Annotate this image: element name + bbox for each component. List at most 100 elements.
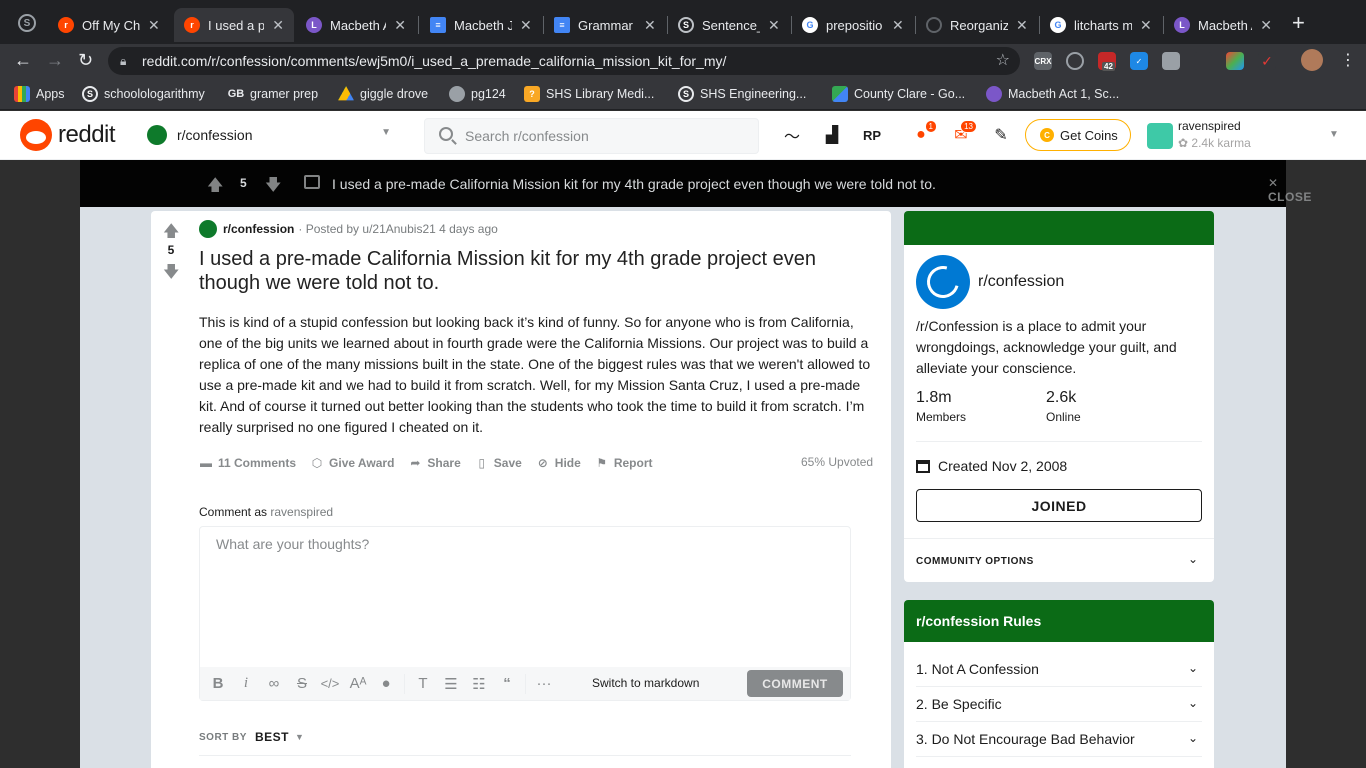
new-tab-button[interactable]: + <box>1292 12 1305 34</box>
comment-submit-button[interactable]: COMMENT <box>747 670 843 697</box>
leaderboard-icon[interactable]: ▟ <box>822 125 842 145</box>
bookmark-schoolologarithmy[interactable]: S schoolologarithmy <box>82 86 205 102</box>
bookmark-star-icon[interactable]: ☆ <box>996 47 1010 75</box>
posted-by[interactable]: · Posted by u/21Anubis21 4 days ago <box>298 222 497 236</box>
search-input[interactable]: Search r/confession <box>424 118 759 154</box>
extension-icon[interactable] <box>1194 52 1212 70</box>
chevron-down-icon[interactable]: ⌄ <box>1188 552 1198 566</box>
tab-reorganize[interactable]: Reorganiz ✕ <box>916 8 1038 42</box>
community-dropdown[interactable]: r/confession ▼ <box>147 119 397 151</box>
tab-macbeth-a[interactable]: L Macbeth A ✕ <box>296 8 416 42</box>
post-downvote-icon[interactable]: 🡇 <box>163 261 179 288</box>
tab-close-icon[interactable]: ✕ <box>644 17 656 34</box>
bookmark-gramer-prep[interactable]: GB gramer prep <box>228 86 318 102</box>
tab-i-used-a-premade[interactable]: r I used a pr ✕ <box>174 8 294 42</box>
tab-preposition[interactable]: G prepositio ✕ <box>792 8 914 42</box>
chrome-menu-icon[interactable]: ⋮ <box>1340 50 1356 70</box>
rule-item[interactable]: 1. Not A Confession ⌄ <box>916 652 1202 687</box>
save-button[interactable]: ▯ Save <box>475 456 522 470</box>
tab-close-icon[interactable]: ✕ <box>394 17 406 34</box>
inbox-icon[interactable]: ✉ 13 <box>951 120 977 145</box>
tab-macbeth-a-2[interactable]: L Macbeth A ✕ <box>1164 8 1282 42</box>
chrome-profile-avatar[interactable] <box>1301 49 1323 71</box>
numbered-list-icon[interactable]: ☷ <box>465 675 493 693</box>
tab-close-icon[interactable]: ✕ <box>272 17 284 34</box>
rule-item[interactable]: 3. Do Not Encourage Bad Behavior ⌄ <box>916 722 1202 757</box>
back-arrow-icon[interactable]: ← <box>14 50 32 70</box>
create-post-icon[interactable]: ✎ <box>991 125 1011 145</box>
tab-off-my-chest[interactable]: r Off My Ch ✕ <box>48 8 170 42</box>
downvote-arrow-icon[interactable]: 🡇 <box>265 174 281 201</box>
community-options[interactable]: COMMUNITY OPTIONS <box>916 556 1034 567</box>
address-bar[interactable]: 🔒︎ reddit.com/r/confession/comments/ewj5… <box>108 47 1020 75</box>
bookmark-apps[interactable]: Apps <box>14 86 65 102</box>
briefcase-extension-icon[interactable] <box>1162 52 1180 70</box>
tab-grammar[interactable]: ≡ Grammar I ✕ <box>544 8 666 42</box>
hide-button[interactable]: ⊘ Hide <box>536 456 581 470</box>
comment-textarea[interactable] <box>200 527 850 667</box>
bold-icon[interactable]: B <box>204 675 232 692</box>
tab-macbeth-j[interactable]: ≡ Macbeth J ✕ <box>420 8 542 42</box>
get-coins-button[interactable]: C Get Coins <box>1025 119 1131 151</box>
italic-icon[interactable]: i <box>232 675 260 692</box>
tab-close-icon[interactable]: ✕ <box>1016 17 1028 34</box>
color-picker-extension-icon[interactable] <box>1226 52 1244 70</box>
reload-icon[interactable]: ↻ <box>78 50 93 70</box>
tab-close-icon[interactable]: ✕ <box>892 17 904 34</box>
tab-sentence[interactable]: S Sentence_ ✕ <box>668 8 790 42</box>
bookmark-macbeth[interactable]: Macbeth Act 1, Sc... <box>986 86 1119 102</box>
subreddit-link[interactable]: r/confession <box>223 222 294 236</box>
superscript-icon[interactable]: Aᴬ <box>344 675 372 692</box>
user-menu-chevron-icon[interactable]: ▼ <box>1329 129 1339 140</box>
tab-close-icon[interactable]: ✕ <box>1140 17 1152 34</box>
upvote-arrow-icon[interactable]: 🡅 <box>207 174 223 201</box>
rules-title: r/confession Rules <box>904 600 1214 642</box>
quote-block-icon[interactable]: “ <box>493 675 521 692</box>
chat-icon[interactable]: ● 1 <box>911 120 937 145</box>
rule-item[interactable]: 2. Be Specific ⌄ <box>916 687 1202 722</box>
report-button[interactable]: ⚑ Report <box>595 456 652 470</box>
crx-extension-icon[interactable]: CRX <box>1034 52 1052 70</box>
heading-icon[interactable]: T <box>409 675 437 692</box>
tab-close-icon[interactable]: ✕ <box>148 17 160 34</box>
forward-arrow-icon[interactable]: → <box>46 50 64 70</box>
rpan-icon[interactable]: RP <box>862 125 882 145</box>
more-options-icon[interactable]: ··· <box>530 675 558 692</box>
joined-button[interactable]: JOINED <box>916 489 1202 522</box>
give-award-button[interactable]: ⬡ Give Award <box>310 456 395 470</box>
comments-button[interactable]: ▬ 11 Comments <box>199 456 296 470</box>
bookmark-giggle-drove[interactable]: giggle drove <box>338 86 428 102</box>
tab-litcharts[interactable]: G litcharts m ✕ <box>1040 8 1162 42</box>
trending-icon[interactable]: 〜 <box>782 125 802 146</box>
reddit-header: reddit r/confession ▼ Search r/confessio… <box>0 111 1366 160</box>
sort-by-dropdown[interactable]: SORT BY BEST ▼ <box>199 730 304 744</box>
reddit-logo-icon[interactable] <box>20 119 52 151</box>
bookmark-shs-engineering[interactable]: S SHS Engineering... <box>678 86 806 102</box>
link-icon[interactable]: ∞ <box>260 675 288 692</box>
bookmark-pg124[interactable]: pg124 <box>449 86 506 102</box>
bookmarks-bar: Apps S schoolologarithmy GB gramer prep … <box>0 78 1366 110</box>
bookmark-shs-library[interactable]: ? SHS Library Medi... <box>524 86 654 102</box>
ublock-extension-icon[interactable]: 42 <box>1098 52 1116 71</box>
share-button[interactable]: ➦ Share <box>408 456 460 470</box>
close-post-button[interactable]: ✕ CLOSE <box>1268 176 1312 204</box>
switch-to-markdown-button[interactable]: Switch to markdown <box>592 676 699 690</box>
tab-close-icon[interactable]: ✕ <box>520 17 532 34</box>
user-avatar[interactable] <box>1147 123 1173 149</box>
grammar-extension-icon[interactable]: ✓ <box>1130 52 1148 70</box>
bookmark-county-clare[interactable]: County Clare - Go... <box>832 86 965 102</box>
inline-code-icon[interactable]: </> <box>316 676 344 691</box>
tab-close-icon[interactable]: ✕ <box>768 17 780 34</box>
spoiler-icon[interactable]: ● <box>372 675 400 692</box>
bulleted-list-icon[interactable]: ☰ <box>437 675 465 693</box>
check-extension-icon[interactable]: ✓ <box>1258 52 1276 70</box>
username[interactable]: ravenspired <box>1178 119 1241 133</box>
owl-extension-icon[interactable] <box>1066 52 1084 70</box>
schoology-icon[interactable]: S <box>18 14 36 32</box>
comment-as-user[interactable]: ravenspired <box>270 505 333 519</box>
reddit-wordmark[interactable]: reddit <box>58 121 116 149</box>
community-title[interactable]: r/confession <box>978 273 1064 291</box>
save-label: Save <box>493 456 522 470</box>
tab-close-icon[interactable]: ✕ <box>1260 17 1272 34</box>
strikethrough-icon[interactable]: S <box>288 675 316 692</box>
